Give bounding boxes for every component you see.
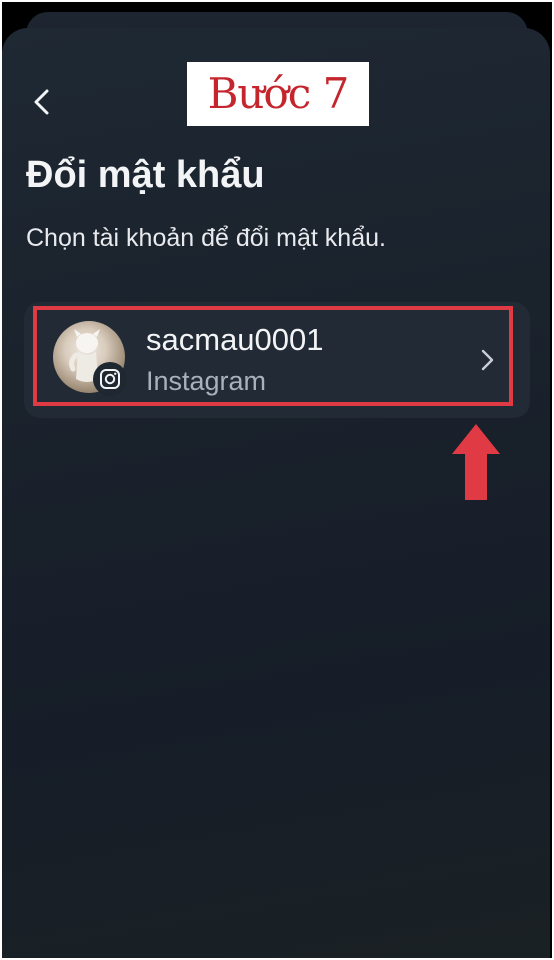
annotation-highlight-box <box>33 306 513 406</box>
page-subtitle: Chọn tài khoản để đổi mật khẩu. <box>26 224 386 252</box>
step-label: Bước 7 <box>187 62 369 126</box>
annotation-up-arrow-icon <box>452 424 500 500</box>
back-button[interactable] <box>28 88 56 116</box>
chevron-left-icon <box>34 89 49 115</box>
page-title: Đổi mật khẩu <box>26 154 265 196</box>
